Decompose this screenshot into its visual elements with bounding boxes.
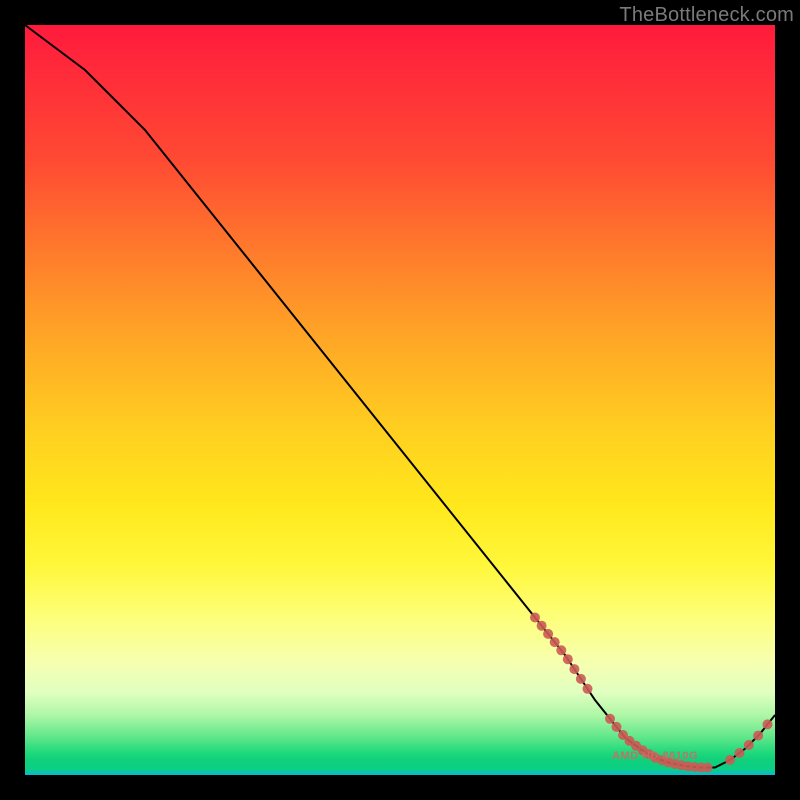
curve-line xyxy=(25,25,775,768)
data-marker xyxy=(605,714,615,724)
bottleneck-curve xyxy=(25,25,775,775)
data-marker xyxy=(763,719,773,729)
plot-area: AMD HD 8610G xyxy=(25,25,775,775)
data-marker xyxy=(612,722,622,732)
data-marker xyxy=(576,674,586,684)
data-marker xyxy=(563,654,573,664)
data-marker xyxy=(703,763,713,773)
data-marker xyxy=(583,684,593,694)
data-marker xyxy=(543,629,553,639)
watermark-text: TheBottleneck.com xyxy=(619,4,794,27)
data-marker xyxy=(734,748,744,758)
data-marker xyxy=(556,645,566,655)
data-marker xyxy=(744,740,754,750)
data-marker xyxy=(530,613,540,623)
data-marker xyxy=(537,621,547,631)
curve-markers xyxy=(530,613,773,773)
data-marker xyxy=(569,664,579,674)
data-marker xyxy=(725,755,735,765)
data-marker xyxy=(550,637,560,647)
data-marker xyxy=(753,731,763,741)
series-label: AMD HD 8610G xyxy=(612,750,698,762)
chart-stage: TheBottleneck.com AMD HD 8610G xyxy=(0,0,800,800)
